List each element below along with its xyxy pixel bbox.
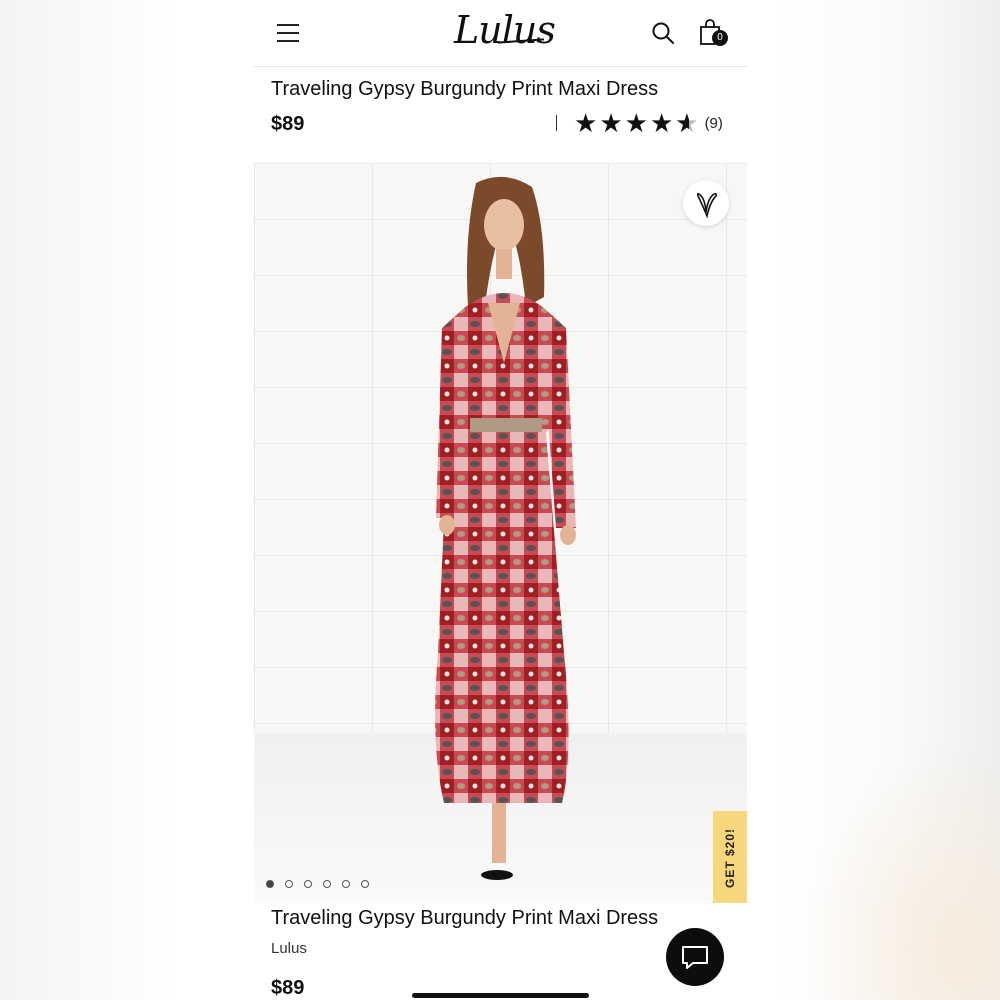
search-icon[interactable] xyxy=(651,21,675,45)
product-photo-model xyxy=(435,176,576,880)
hamburger-menu-icon[interactable] xyxy=(277,24,299,42)
half-star-icon: ★ xyxy=(675,108,698,138)
star-icon: ★ xyxy=(649,108,674,138)
wishlist-heart-button[interactable] xyxy=(683,180,729,226)
star-icon: ★ xyxy=(624,108,648,138)
carousel-dot[interactable] xyxy=(342,880,350,888)
carousel-dot[interactable] xyxy=(304,880,312,888)
star-icon: ★ xyxy=(599,108,623,138)
product-price-secondary: $89 xyxy=(271,977,305,999)
chat-button[interactable] xyxy=(666,928,724,986)
chat-bubble-icon xyxy=(682,946,708,969)
promo-label: GET $20! xyxy=(723,827,737,889)
product-price: $89 xyxy=(271,113,305,135)
heart-icon xyxy=(696,192,718,219)
brand-name[interactable]: Lulus xyxy=(271,940,307,957)
product-title-secondary: Traveling Gypsy Burgundy Print Maxi Dres… xyxy=(271,907,659,929)
star-icon: ★ xyxy=(574,108,598,138)
top-navigation-bar: Lulus 0 xyxy=(254,0,747,67)
product-image-carousel[interactable]: GET $20! xyxy=(254,163,747,903)
product-title: Traveling Gypsy Burgundy Print Maxi Dres… xyxy=(271,78,659,100)
rating-divider xyxy=(556,115,557,131)
carousel-dot[interactable] xyxy=(323,880,331,888)
get-20-promo-tab[interactable]: GET $20! xyxy=(713,811,747,903)
cart-count-badge: 0 xyxy=(712,30,728,46)
review-count[interactable]: (9) xyxy=(705,115,723,132)
phone-screen: Lulus 0 Traveling Gypsy Burgundy Print M… xyxy=(254,0,747,1000)
rating-stars[interactable]: ★ ★ ★ ★ ★ (9) xyxy=(574,108,723,138)
carousel-dot[interactable] xyxy=(285,880,293,888)
background-left xyxy=(0,0,254,1000)
carousel-dot[interactable] xyxy=(266,880,274,888)
carousel-pagination xyxy=(266,880,380,888)
lulus-logo[interactable]: Lulus xyxy=(454,6,556,54)
carousel-dot[interactable] xyxy=(361,880,369,888)
home-indicator[interactable] xyxy=(412,993,589,998)
background-warm-glow xyxy=(800,740,1000,1000)
